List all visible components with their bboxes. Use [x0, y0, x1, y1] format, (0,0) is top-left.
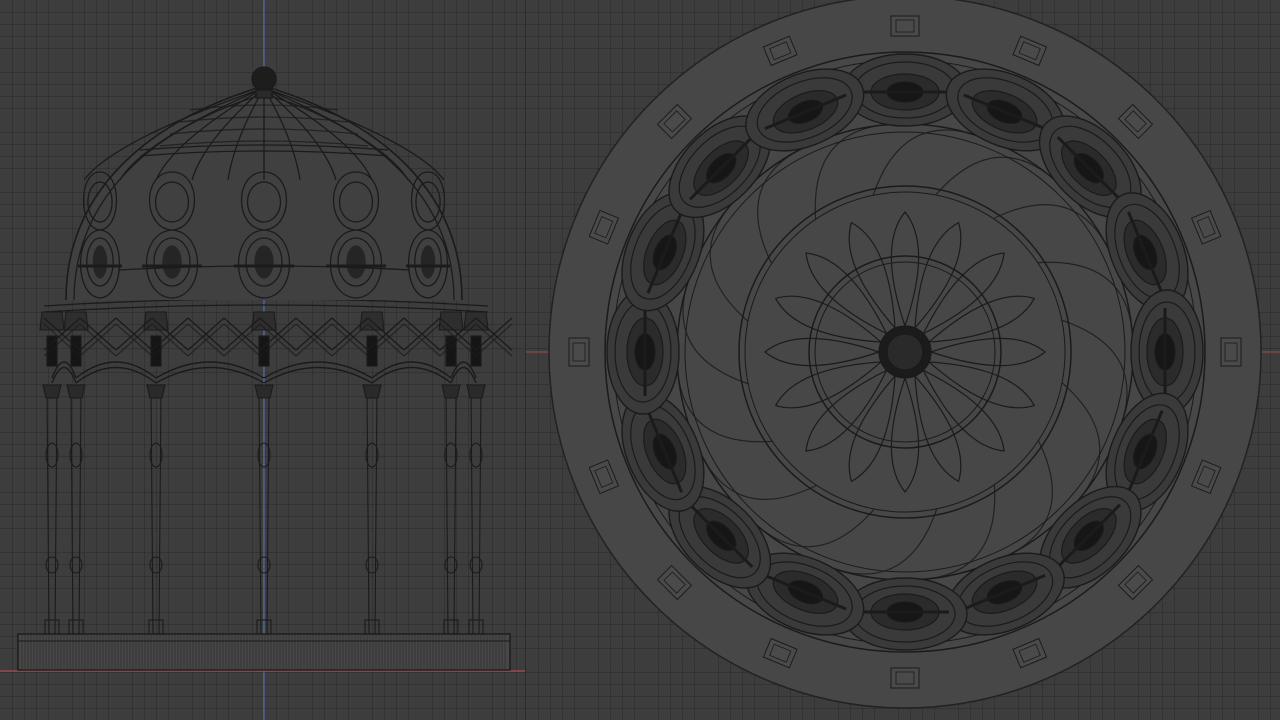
front-viewport[interactable]	[0, 0, 526, 720]
front-view-canvas[interactable]	[0, 0, 526, 720]
column-1	[39, 311, 65, 635]
finial	[251, 66, 277, 92]
column-6	[438, 311, 464, 635]
column-3	[143, 311, 169, 635]
gazebo-top-model	[568, 15, 1242, 689]
column-5	[359, 311, 385, 635]
column-7	[463, 311, 489, 635]
top-view-canvas[interactable]	[526, 0, 1280, 720]
column-2	[63, 311, 89, 635]
top-viewport[interactable]	[526, 0, 1280, 720]
gazebo-front-model	[17, 66, 513, 671]
